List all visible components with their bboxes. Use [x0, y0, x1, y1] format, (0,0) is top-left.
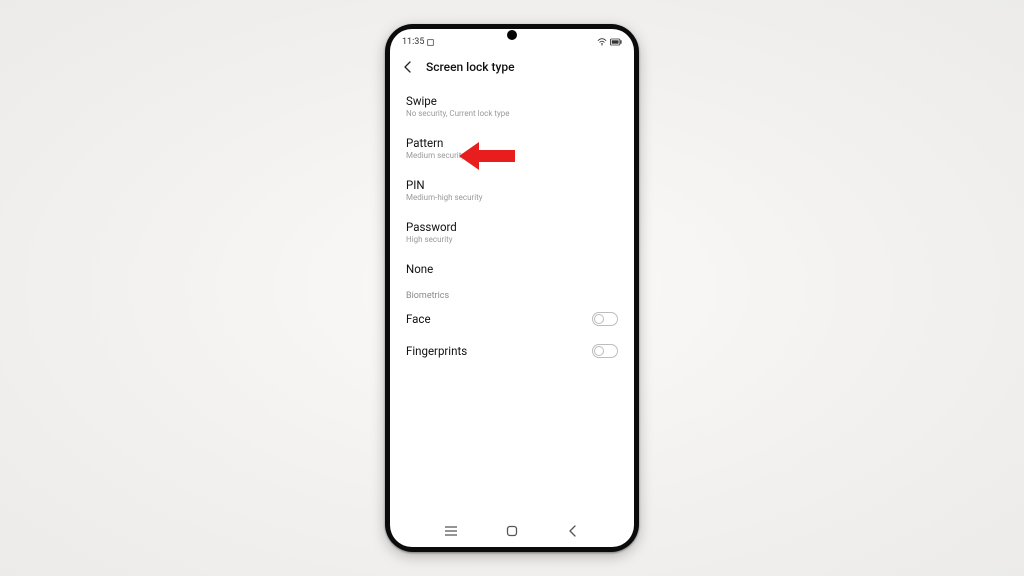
option-pin[interactable]: PIN Medium-high security — [406, 169, 618, 211]
header: Screen lock type — [390, 51, 634, 85]
home-icon — [506, 525, 518, 537]
option-face-label: Face — [406, 312, 431, 326]
nav-recents[interactable] — [437, 525, 465, 537]
option-face[interactable]: Face — [406, 303, 618, 335]
phone-frame: 11:35 Screen lock type Swipe No security… — [385, 24, 639, 552]
wifi-icon — [597, 38, 607, 46]
status-time: 11:35 — [402, 37, 424, 47]
option-password[interactable]: Password High security — [406, 211, 618, 253]
option-pattern-label: Pattern — [406, 136, 465, 150]
option-swipe-sub: No security, Current lock type — [406, 109, 510, 118]
recents-icon — [444, 525, 458, 537]
page-title: Screen lock type — [426, 60, 515, 74]
option-swipe[interactable]: Swipe No security, Current lock type — [406, 85, 618, 127]
option-fingerprints[interactable]: Fingerprints — [406, 335, 618, 367]
option-fingerprints-label: Fingerprints — [406, 344, 467, 358]
camera-hole — [507, 30, 517, 40]
back-icon — [568, 525, 578, 537]
toggle-knob — [594, 346, 604, 356]
option-none-label: None — [406, 262, 433, 276]
notification-icon — [427, 39, 434, 46]
nav-bar — [390, 521, 634, 541]
section-biometrics: Biometrics — [406, 285, 618, 303]
option-swipe-label: Swipe — [406, 94, 510, 108]
battery-icon — [610, 38, 622, 46]
option-pattern-sub: Medium security — [406, 151, 465, 160]
nav-back[interactable] — [559, 525, 587, 537]
option-password-label: Password — [406, 220, 457, 234]
back-button[interactable] — [400, 59, 416, 75]
fingerprints-toggle[interactable] — [592, 344, 618, 358]
chevron-left-icon — [402, 61, 414, 73]
nav-home[interactable] — [498, 525, 526, 537]
option-pin-sub: Medium-high security — [406, 193, 483, 202]
option-password-sub: High security — [406, 235, 457, 244]
option-none[interactable]: None — [406, 253, 618, 285]
face-toggle[interactable] — [592, 312, 618, 326]
option-pin-label: PIN — [406, 178, 483, 192]
toggle-knob — [594, 314, 604, 324]
screen: 11:35 Screen lock type Swipe No security… — [390, 29, 634, 547]
lock-type-list: Swipe No security, Current lock type Pat… — [390, 85, 634, 367]
option-pattern[interactable]: Pattern Medium security — [406, 127, 618, 169]
